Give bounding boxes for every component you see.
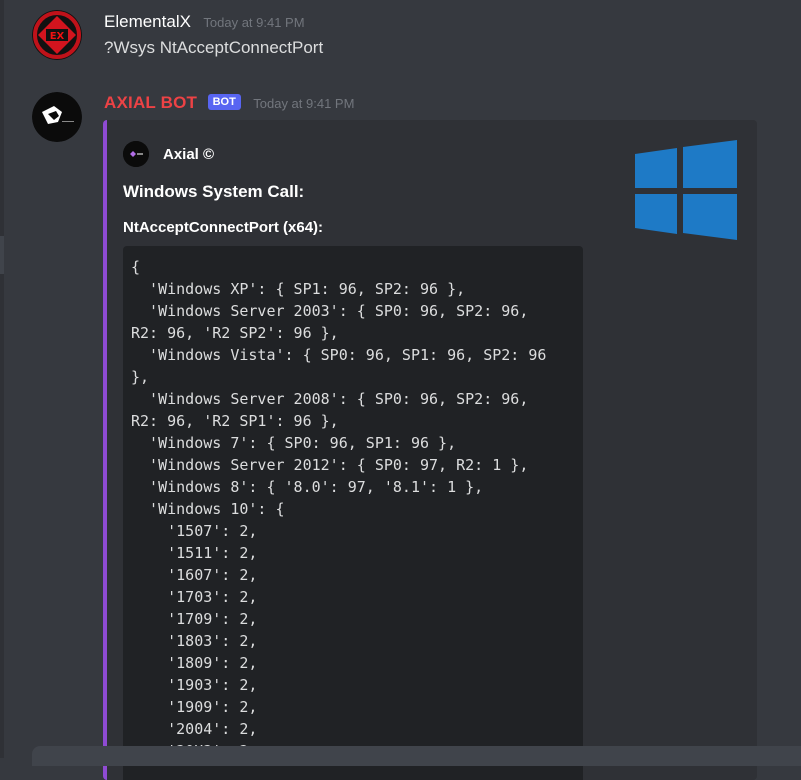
author-name[interactable]: AXIAL BOT	[104, 93, 197, 112]
message-header: AXIAL BOT BOT Today at 9:41 PM	[104, 93, 354, 113]
axial-avatar-icon	[32, 92, 82, 142]
message-header: ElementalX Today at 9:41 PM	[104, 12, 305, 32]
bot-avatar[interactable]	[32, 92, 82, 142]
channel-list-edge	[0, 0, 4, 758]
embed-author: Axial ©	[123, 141, 214, 167]
embed-author-name[interactable]: Axial ©	[163, 146, 214, 163]
scroll-marker	[0, 236, 4, 274]
user-avatar[interactable]: EX	[32, 10, 82, 60]
timestamp: Today at 9:41 PM	[203, 15, 305, 30]
embed: Axial © Windows System Call: NtAcceptCon…	[103, 120, 757, 780]
embed-field-name: NtAcceptConnectPort (x64):	[123, 219, 324, 236]
elementalx-avatar-icon: EX	[32, 10, 82, 60]
message-content: ?Wsys NtAcceptConnectPort	[104, 38, 324, 57]
code-text: { 'Windows XP': { SP1: 96, SP2: 96 }, 'W…	[131, 258, 547, 760]
bot-tag: BOT	[207, 94, 241, 110]
code-block: { 'Windows XP': { SP1: 96, SP2: 96 }, 'W…	[123, 246, 583, 780]
author-name[interactable]: ElementalX	[104, 12, 191, 31]
embed-title: Windows System Call:	[123, 182, 305, 201]
timestamp: Today at 9:41 PM	[253, 96, 355, 111]
svg-text:EX: EX	[50, 31, 65, 42]
axial-author-icon	[123, 141, 149, 167]
windows-logo-icon[interactable]	[633, 140, 737, 240]
message-input[interactable]	[32, 746, 801, 766]
